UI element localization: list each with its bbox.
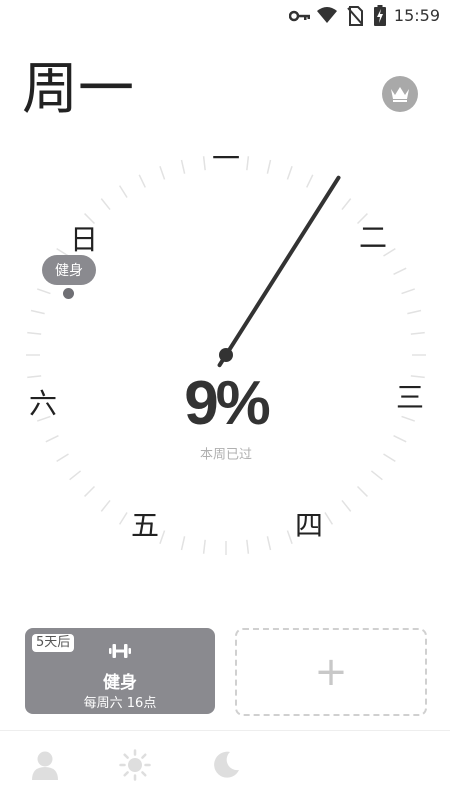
status-time: 15:59 (393, 6, 440, 25)
dial-tick (286, 165, 293, 180)
day-label-tue: 二 (358, 221, 388, 254)
plus-icon: + (314, 649, 348, 695)
dial-tick (45, 435, 59, 443)
dial-tick (306, 174, 314, 188)
dial-tick (138, 174, 146, 188)
dial-tick (30, 309, 45, 315)
event-schedule: 每周六 16点 (83, 696, 157, 711)
crown-icon (391, 87, 409, 102)
nav-profile-button[interactable] (25, 745, 65, 785)
nav-day-button[interactable] (115, 745, 155, 785)
no-sim-icon (347, 6, 363, 26)
battery-charging-icon (374, 5, 386, 26)
dial-tick (393, 435, 407, 443)
vip-button[interactable] (382, 76, 418, 112)
dial-tick (370, 470, 383, 481)
countdown-badge: 5天后 (32, 634, 75, 652)
dial-tick (266, 159, 272, 174)
moon-icon (214, 751, 239, 778)
dial-tick (383, 453, 396, 463)
dial-tick (410, 331, 425, 335)
event-card[interactable]: 5天后 健身 每周六 16点 (25, 628, 215, 714)
day-label-fri: 五 (130, 509, 160, 542)
person-icon (32, 751, 58, 780)
dial-tick (180, 536, 186, 551)
hand-pivot (219, 348, 233, 362)
dial-tick (36, 288, 51, 295)
dial-tick (27, 375, 42, 379)
sun-icon (119, 749, 151, 781)
dial-tick (118, 185, 128, 198)
dial-tick (401, 415, 416, 422)
dial-tick (84, 213, 96, 225)
dial-tick (341, 499, 352, 512)
page-title: 周一 (22, 57, 134, 122)
dial-tick (100, 499, 111, 512)
wifi-icon (317, 7, 337, 23)
dial-tick (118, 512, 128, 525)
day-label-sat: 六 (28, 387, 58, 420)
dial-tick (69, 470, 82, 481)
event-marker-bubble[interactable]: 健身 (42, 255, 96, 285)
day-label-sun: 日 (69, 223, 99, 256)
dial-tick (100, 198, 111, 211)
dial-tick (159, 165, 166, 180)
dial-tick (27, 331, 42, 335)
dial-tick (202, 156, 206, 171)
week-progress-percent: 9% (184, 369, 271, 438)
dial-tick (84, 485, 96, 497)
dial-tick (356, 485, 368, 497)
nav-night-button[interactable] (206, 745, 246, 785)
add-event-button[interactable]: + (235, 628, 427, 716)
event-title: 健身 (103, 673, 137, 693)
dial-tick (180, 159, 186, 174)
hand-line (217, 175, 341, 368)
dial-tick (341, 198, 352, 211)
dial-tick (246, 539, 250, 554)
dial-tick (266, 536, 272, 551)
event-marker-dot (63, 288, 74, 299)
dial-tick (324, 512, 334, 525)
status-bar: 15:59 (0, 0, 450, 32)
dial-tick (393, 267, 407, 275)
day-label-thu: 四 (294, 509, 324, 542)
day-label-mon: 一 (211, 142, 241, 175)
dial-tick (407, 309, 422, 315)
dial-tick (246, 156, 250, 171)
dial-tick (56, 453, 69, 463)
dumbbell-icon (109, 644, 131, 658)
week-progress-hand (217, 175, 341, 368)
dial-tick (286, 530, 293, 545)
dial-tick (410, 375, 425, 379)
bottom-nav (0, 730, 450, 801)
dial-tick (202, 539, 206, 554)
day-label-wed: 三 (395, 381, 425, 414)
week-dial (26, 156, 426, 555)
key-icon (289, 10, 310, 22)
dial-tick (159, 530, 166, 545)
dial-tick (401, 288, 416, 295)
week-progress-caption: 本周已过 (199, 447, 253, 463)
